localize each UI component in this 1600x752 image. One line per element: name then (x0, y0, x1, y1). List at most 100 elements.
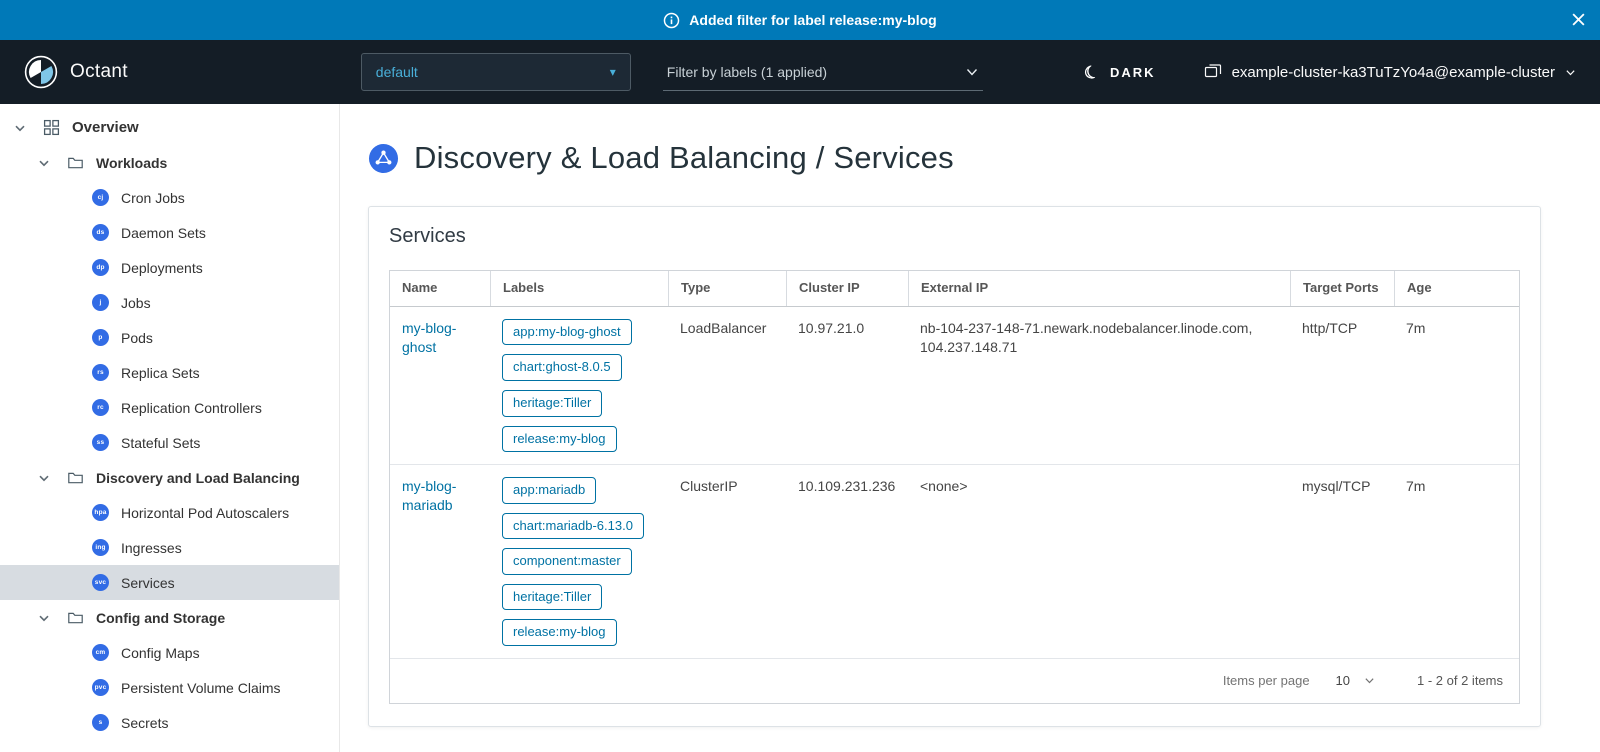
sidebar-item-label: Services (121, 575, 175, 591)
close-icon[interactable] (1571, 12, 1586, 27)
cluster-context-selector[interactable]: example-cluster-ka3TuTzYo4a@example-clus… (1204, 63, 1576, 81)
sidebar-item-label: Persistent Volume Claims (121, 680, 281, 696)
label-badge[interactable]: app:mariadb (502, 477, 596, 504)
sidebar-item-pods[interactable]: p Pods (0, 320, 339, 355)
label-badge[interactable]: chart:mariadb-6.13.0 (502, 513, 644, 540)
cell-labels: app:mariadb chart:mariadb-6.13.0 compone… (490, 465, 668, 658)
pagination-range: 1 - 2 of 2 items (1417, 673, 1503, 688)
services-table: Name Labels Type Cluster IP External IP … (389, 270, 1520, 704)
label-badge[interactable]: component:master (502, 548, 632, 575)
sidebar-item-label: Secrets (121, 715, 168, 731)
configmap-icon: cm (92, 644, 109, 661)
column-header-external-ip: External IP (908, 271, 1290, 306)
cell-name: my-blog-mariadb (390, 465, 490, 658)
table-header-row: Name Labels Type Cluster IP External IP … (390, 271, 1519, 307)
octant-logo-icon (24, 55, 58, 89)
column-header-age: Age (1394, 271, 1519, 306)
label-badge[interactable]: app:my-blog-ghost (502, 319, 632, 346)
overview-icon (42, 119, 60, 137)
label-badge[interactable]: release:my-blog (502, 619, 617, 646)
theme-toggle-label: DARK (1110, 65, 1156, 80)
sidebar-item-label: Replication Controllers (121, 400, 262, 416)
cell-target-ports: mysql/TCP (1290, 465, 1394, 658)
alert-message: Added filter for label release:my-blog (689, 12, 936, 28)
sidebar-item-label: Pods (121, 330, 153, 346)
sidebar-item-label: Ingresses (121, 540, 182, 556)
replicationcontroller-icon: rc (92, 399, 109, 416)
sidebar-item-config-maps[interactable]: cm Config Maps (0, 635, 339, 670)
sidebar-section-label: Workloads (96, 155, 167, 171)
cell-cluster-ip: 10.97.21.0 (786, 307, 908, 464)
label-badge[interactable]: chart:ghost-8.0.5 (502, 354, 622, 381)
cell-type: LoadBalancer (668, 307, 786, 464)
cell-age: 7m (1394, 307, 1519, 464)
service-name-link[interactable]: my-blog-ghost (402, 320, 456, 355)
sidebar-item-horizontal-pod-autoscalers[interactable]: hpa Horizontal Pod Autoscalers (0, 495, 339, 530)
sidebar-item-replication-controllers[interactable]: rc Replication Controllers (0, 390, 339, 425)
sidebar-item-jobs[interactable]: j Jobs (0, 285, 339, 320)
sidebar-section-discovery[interactable]: Discovery and Load Balancing (0, 460, 339, 495)
namespace-select[interactable]: default ▾ (361, 53, 631, 91)
cell-name: my-blog-ghost (390, 307, 490, 464)
items-per-page-select[interactable]: 10 (1336, 673, 1375, 688)
sidebar-item-stateful-sets[interactable]: ss Stateful Sets (0, 425, 339, 460)
cell-age: 7m (1394, 465, 1519, 658)
services-icon (368, 143, 399, 174)
sidebar-item-replica-sets[interactable]: rs Replica Sets (0, 355, 339, 390)
label-badge[interactable]: heritage:Tiller (502, 390, 602, 417)
chevron-down-icon[interactable] (36, 155, 52, 171)
label-filter-text: Filter by labels (1 applied) (667, 64, 827, 80)
chevron-down-icon (1364, 675, 1375, 686)
folder-icon (66, 154, 84, 172)
sidebar-item-services[interactable]: svc Services (0, 565, 339, 600)
sidebar-item-deployments[interactable]: dp Deployments (0, 250, 339, 285)
cluster-icon (1204, 63, 1222, 81)
pod-icon: p (92, 329, 109, 346)
sidebar-section-label: Config and Storage (96, 610, 225, 626)
sidebar-section-workloads[interactable]: Workloads (0, 145, 339, 180)
moon-icon: ☾ (1082, 61, 1104, 82)
chevron-down-icon (1565, 67, 1576, 78)
cell-target-ports: http/TCP (1290, 307, 1394, 464)
chevron-down-icon[interactable] (12, 120, 28, 136)
ingress-icon: ing (92, 539, 109, 556)
label-filter-select[interactable]: Filter by labels (1 applied) (663, 53, 983, 91)
sidebar-item-cron-jobs[interactable]: cj Cron Jobs (0, 180, 339, 215)
sidebar-item-daemon-sets[interactable]: ds Daemon Sets (0, 215, 339, 250)
label-badge[interactable]: heritage:Tiller (502, 584, 602, 611)
cell-labels: app:my-blog-ghost chart:ghost-8.0.5 heri… (490, 307, 668, 464)
folder-icon (66, 609, 84, 627)
items-per-page-value: 10 (1336, 673, 1350, 688)
column-header-labels: Labels (490, 271, 668, 306)
folder-icon (66, 469, 84, 487)
replicaset-icon: rs (92, 364, 109, 381)
sidebar-item-overview[interactable]: Overview (0, 110, 339, 145)
table-footer: Items per page 10 1 - 2 of 2 items (390, 659, 1519, 703)
page-heading: Discovery & Load Balancing / Services (414, 140, 954, 176)
theme-toggle-button[interactable]: ☾ DARK (1084, 64, 1156, 81)
column-header-type: Type (668, 271, 786, 306)
sidebar-item-secrets[interactable]: s Secrets (0, 705, 339, 740)
chevron-down-icon[interactable] (36, 470, 52, 486)
service-icon: svc (92, 574, 109, 591)
sidebar-section-config-storage[interactable]: Config and Storage (0, 600, 339, 635)
column-header-name: Name (390, 271, 490, 306)
table-row: my-blog-mariadb app:mariadb chart:mariad… (390, 465, 1519, 659)
card-title: Services (389, 225, 1520, 248)
sidebar-item-label: Config Maps (121, 645, 200, 661)
label-badge[interactable]: release:my-blog (502, 426, 617, 453)
sidebar-item-label: Stateful Sets (121, 435, 200, 451)
chevron-down-icon[interactable] (36, 610, 52, 626)
statefulset-icon: ss (92, 434, 109, 451)
sidebar-item-persistent-volume-claims[interactable]: pvc Persistent Volume Claims (0, 670, 339, 705)
cell-external-ip: <none> (908, 465, 1290, 658)
sidebar-item-ingresses[interactable]: ing Ingresses (0, 530, 339, 565)
sidebar-item-label: Replica Sets (121, 365, 200, 381)
job-icon: j (92, 294, 109, 311)
service-name-link[interactable]: my-blog-mariadb (402, 478, 456, 513)
cluster-context-label: example-cluster-ka3TuTzYo4a@example-clus… (1232, 64, 1555, 81)
main-content: Discovery & Load Balancing / Services Se… (340, 104, 1600, 752)
cronjob-icon: cj (92, 189, 109, 206)
cell-external-ip: nb-104-237-148-71.newark.nodebalancer.li… (908, 307, 1290, 464)
sidebar-item-label: Deployments (121, 260, 203, 276)
